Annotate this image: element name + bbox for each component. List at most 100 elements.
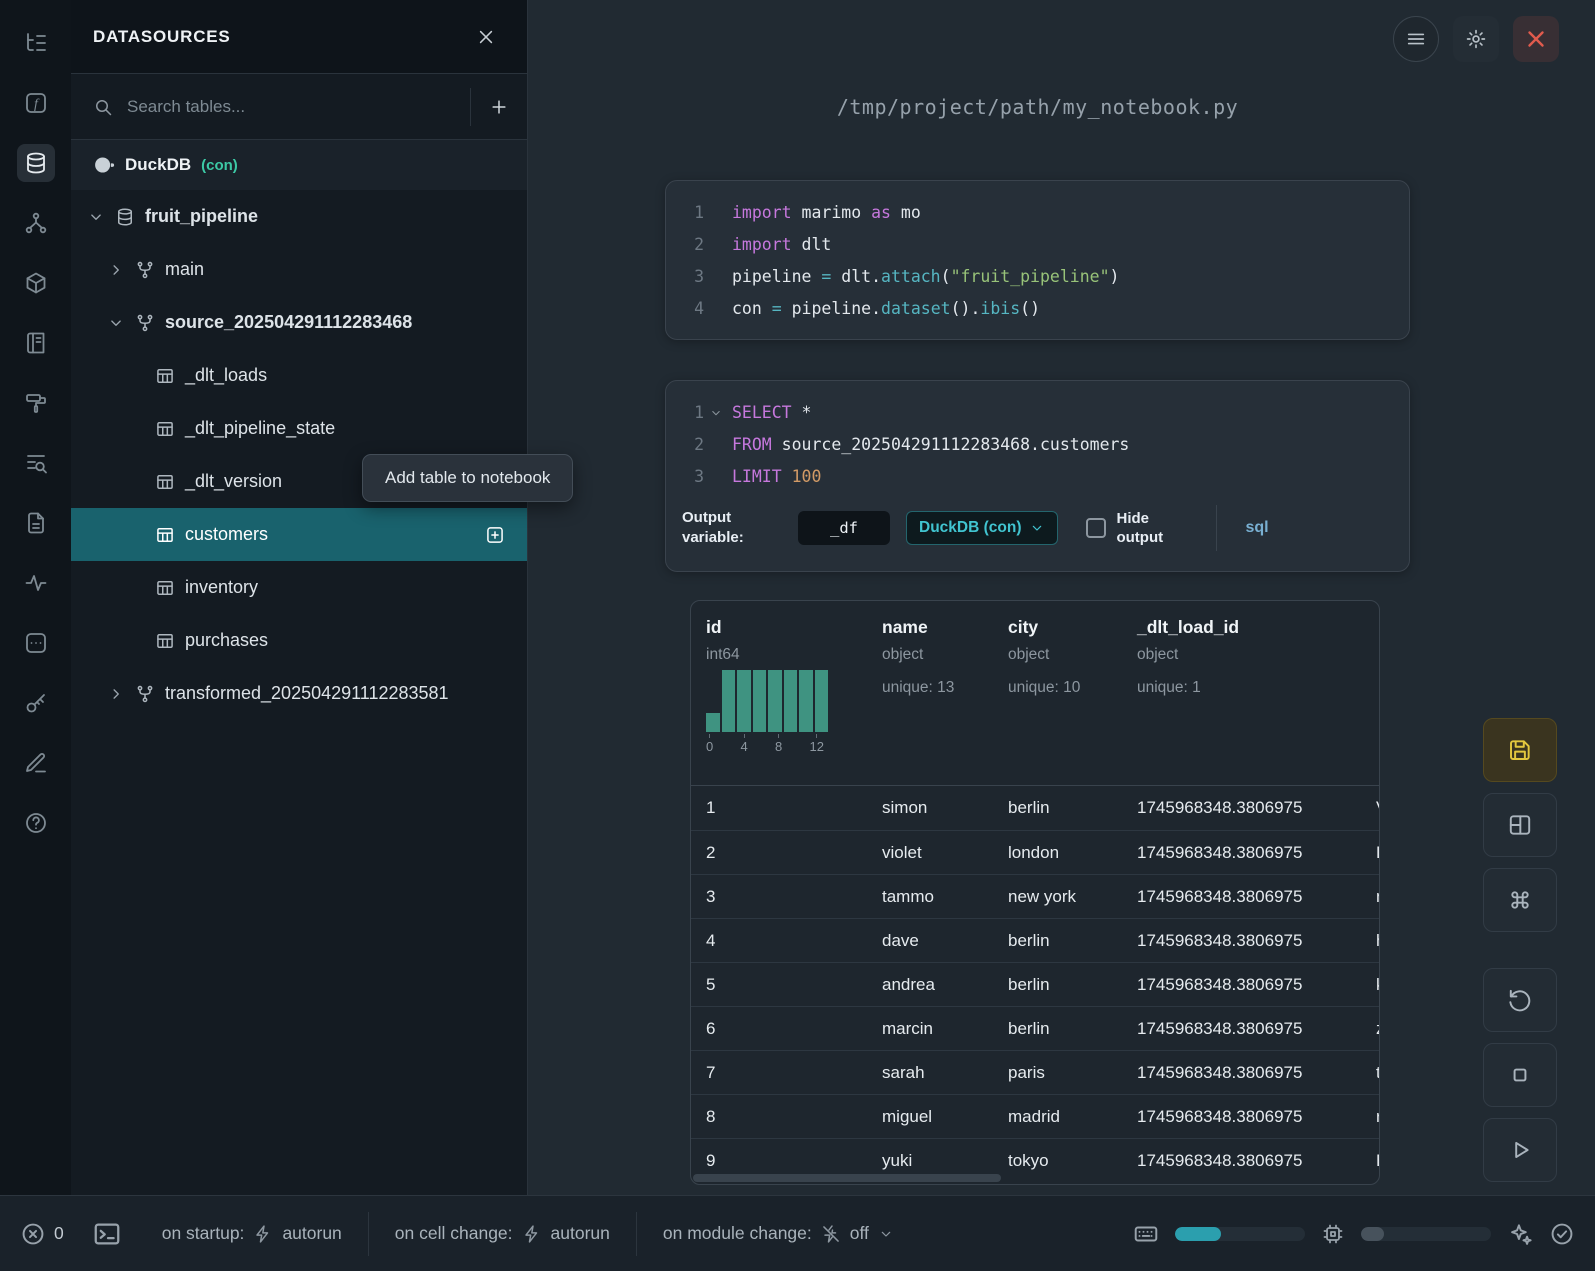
layout-button[interactable]: [1483, 793, 1557, 857]
run-button[interactable]: [1483, 1118, 1557, 1182]
activity-secrets-button[interactable]: [17, 684, 55, 722]
tree-table-customers[interactable]: customers: [71, 508, 527, 561]
stop-button[interactable]: [1483, 1043, 1557, 1107]
output-variable-input[interactable]: [798, 511, 890, 545]
tree-table-_dlt_loads[interactable]: _dlt_loads: [71, 349, 527, 402]
hide-output-label: Hide output: [1116, 509, 1178, 548]
engine-select-value: DuckDB (con): [919, 519, 1021, 537]
command-palette-button[interactable]: [1483, 868, 1557, 932]
tree-table-purchases[interactable]: purchases: [71, 614, 527, 667]
activity-tools-button[interactable]: [17, 384, 55, 422]
line-number: 1: [666, 397, 704, 429]
table-cell: 1745968348.3806975: [1122, 798, 1361, 818]
mode-on-module-change[interactable]: on module change:off: [637, 1223, 920, 1244]
table-icon: [155, 419, 175, 439]
tree-table-_dlt_pipeline_state[interactable]: _dlt_pipeline_state: [71, 402, 527, 455]
keyboard-slider[interactable]: [1175, 1227, 1305, 1241]
tree-schema-source_202504291112283468[interactable]: source_202504291112283468: [71, 296, 527, 349]
table-row[interactable]: 1simonberlin1745968348.3806975V: [691, 786, 1379, 830]
connection-status-button[interactable]: [1549, 1221, 1575, 1247]
activity-packages-button[interactable]: [17, 264, 55, 302]
table-cell: simon: [867, 798, 993, 818]
mode-on-cell-change[interactable]: on cell change:autorun: [369, 1223, 636, 1244]
results-table: idint6404812nameobjectunique: 13cityobje…: [690, 600, 1380, 1185]
close-app-button[interactable]: [1513, 16, 1559, 62]
error-counter-button[interactable]: 0: [20, 1221, 64, 1247]
column-header-_dlt_load_id[interactable]: _dlt_load_idobjectunique: 1: [1122, 617, 1361, 785]
activity-documentation-button[interactable]: [17, 504, 55, 542]
activity-help-button[interactable]: [17, 804, 55, 842]
table-row[interactable]: 3tammonew york1745968348.3806975n: [691, 874, 1379, 918]
table-cell: 6: [691, 1019, 867, 1039]
activity-file-explorer-button[interactable]: [17, 24, 55, 62]
table-cell: sarah: [867, 1063, 993, 1083]
ai-assistant-button[interactable]: [1507, 1221, 1533, 1247]
add-to-notebook-icon[interactable]: [485, 525, 505, 545]
save-button[interactable]: [1483, 718, 1557, 782]
activity-table-of-contents-button[interactable]: [17, 444, 55, 482]
table-cell: 2: [691, 843, 867, 863]
terminal-button[interactable]: [92, 1219, 122, 1249]
tracing-icon: [24, 571, 48, 595]
spacer: [1483, 943, 1557, 957]
table-row[interactable]: 7sarahparis1745968348.3806975t: [691, 1050, 1379, 1094]
panel-header: DATASOURCES: [71, 0, 527, 74]
table-cell: yuki: [867, 1151, 993, 1171]
column-header-city[interactable]: cityobjectunique: 10: [993, 617, 1122, 785]
tree-item-label: fruit_pipeline: [145, 206, 258, 227]
table-row[interactable]: 5andreaberlin1745968348.3806975k: [691, 962, 1379, 1006]
table-row[interactable]: 2violetlondon1745968348.3806975D: [691, 830, 1379, 874]
tree-schema-main[interactable]: main: [71, 243, 527, 296]
table-cell: berlin: [993, 798, 1122, 818]
tree-item-label: main: [165, 259, 204, 280]
activity-tracing-button[interactable]: [17, 564, 55, 602]
tree-item-label: source_202504291112283468: [165, 312, 412, 333]
help-icon: [24, 811, 48, 835]
add-datasource-button[interactable]: [471, 74, 527, 139]
close-panel-button[interactable]: [467, 18, 505, 56]
tree-schema-transformed_202504291112283581[interactable]: transformed_202504291112283581: [71, 667, 527, 720]
activity-datasources-button[interactable]: [17, 144, 55, 182]
sql-code-editor[interactable]: 1SELECT *2FROM source_202504291112283468…: [666, 397, 1409, 493]
settings-button[interactable]: [1453, 16, 1499, 62]
python-code-editor[interactable]: 1import marimo as mo2import dlt3pipeline…: [666, 197, 1409, 325]
table-horizontal-scrollbar[interactable]: [693, 1174, 1377, 1182]
tree-database-fruit_pipeline[interactable]: fruit_pipeline: [71, 190, 527, 243]
activity-dependencies-button[interactable]: [17, 204, 55, 242]
tree-item-label: transformed_202504291112283581: [165, 683, 449, 704]
datasources-panel: DATASOURCES DuckDB (con) fruit_pipelinem…: [71, 0, 528, 1195]
activity-snippets-button[interactable]: [17, 624, 55, 662]
line-number: 1: [666, 197, 704, 229]
activity-functions-button[interactable]: f: [17, 84, 55, 122]
activity-notebook-button[interactable]: [17, 324, 55, 362]
dependencies-icon: [24, 211, 48, 235]
line-number: 4: [666, 293, 704, 325]
column-header-name[interactable]: nameobjectunique: 13: [867, 617, 993, 785]
python-cell[interactable]: 1import marimo as mo2import dlt3pipeline…: [665, 180, 1410, 340]
table-cell: london: [993, 843, 1122, 863]
table-row[interactable]: 6marcinberlin1745968348.3806975z: [691, 1006, 1379, 1050]
mode-on-startup[interactable]: on startup:autorun: [136, 1223, 368, 1244]
scrollbar-thumb[interactable]: [693, 1174, 1001, 1182]
engine-select[interactable]: DuckDB (con): [906, 511, 1058, 545]
column-header-id[interactable]: idint6404812: [691, 617, 867, 785]
hide-output-checkbox[interactable]: [1086, 518, 1106, 538]
connection-row[interactable]: DuckDB (con): [71, 140, 527, 190]
chevron-right-icon: [107, 685, 125, 703]
search-tables-input[interactable]: [127, 97, 470, 117]
table-row[interactable]: 8miguelmadrid1745968348.3806975r: [691, 1094, 1379, 1138]
sql-cell[interactable]: 1SELECT *2FROM source_202504291112283468…: [665, 380, 1410, 572]
table-cell: 1745968348.3806975: [1122, 1151, 1361, 1171]
table-icon: [155, 631, 175, 651]
table-cell: 1745968348.3806975: [1122, 931, 1361, 951]
menu-button[interactable]: [1393, 16, 1439, 62]
activity-scratchpad-button[interactable]: [17, 744, 55, 782]
undo-button[interactable]: [1483, 968, 1557, 1032]
table-row[interactable]: 4daveberlin1745968348.3806975h: [691, 918, 1379, 962]
column-header-clipped[interactable]: [1361, 617, 1380, 785]
cpu-slider[interactable]: [1361, 1227, 1491, 1241]
duckdb-logo-icon: [93, 154, 115, 176]
fold-icon[interactable]: [709, 406, 723, 420]
tree-table-inventory[interactable]: inventory: [71, 561, 527, 614]
close-icon: [1524, 27, 1548, 51]
